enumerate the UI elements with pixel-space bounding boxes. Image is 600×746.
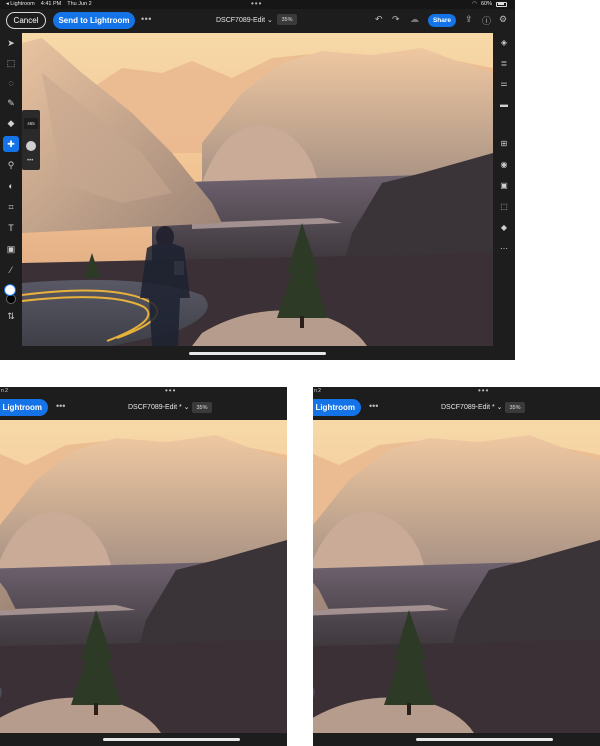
swap-icon[interactable]: ⇅ bbox=[3, 308, 19, 324]
fill-icon[interactable]: ◐ bbox=[3, 178, 19, 194]
crop-icon[interactable]: ⌗ bbox=[3, 199, 19, 215]
status-bar: ◂ Lightroom 4:41 PM Thu Jun 2 ••• ◠ 60% bbox=[0, 0, 515, 9]
type-icon[interactable]: T bbox=[3, 220, 19, 236]
photoshop-ipad-window: ◂ Lightroom 4:41 PM Thu Jun 2 ••• ◠ 60% … bbox=[0, 0, 515, 360]
thumb-multitask-dots-icon: ••• bbox=[165, 387, 177, 395]
thumb-zoom-level[interactable]: 35% bbox=[505, 402, 525, 413]
thumb-landscape-photo bbox=[0, 420, 287, 733]
status-date: Thu Jun 2 bbox=[67, 1, 92, 7]
foreground-color-swatch[interactable] bbox=[4, 284, 16, 296]
select-icon[interactable]: ➤ bbox=[3, 35, 19, 51]
eraser-icon[interactable]: ◆ bbox=[3, 115, 19, 131]
home-indicator bbox=[189, 352, 326, 355]
document-title[interactable]: DSCF7089-Edit ⌄ bbox=[216, 16, 273, 24]
redo-icon[interactable]: ↷ bbox=[392, 14, 400, 25]
add-layer-icon[interactable]: ⊞ bbox=[497, 136, 511, 150]
thumb-home-indicator bbox=[416, 738, 553, 741]
right-toolbar: ◈ ≣ ⚌ ▬ ⊞ ◉ ▣ ⬚ ◆ ⋯ bbox=[493, 33, 515, 360]
lasso-icon[interactable]: ◌ bbox=[3, 75, 19, 91]
clone-icon[interactable]: ⚲ bbox=[3, 157, 19, 173]
thumb-landscape-photo bbox=[313, 420, 600, 733]
send-to-lightroom-button[interactable]: Send to Lightroom bbox=[53, 12, 135, 29]
thumb-status-date: n 2 bbox=[1, 388, 8, 394]
thumb-zoom-level[interactable]: 35% bbox=[192, 402, 212, 413]
comment-icon[interactable]: ▬ bbox=[497, 97, 511, 111]
undo-icon[interactable]: ↶ bbox=[375, 14, 383, 25]
left-toolbar: ➤ ⬚ ◌ ✎ ◆ ✚ ⚲ ◐ ⌗ T ▣ ⁄ ⇅ bbox=[0, 33, 22, 360]
more-icon[interactable]: ⋯ bbox=[497, 241, 511, 255]
thumb-status-date: n 2 bbox=[314, 388, 321, 394]
export-icon[interactable]: ⇪ bbox=[465, 14, 473, 25]
before-thumbnail: n 2 ••• to Lightroom ••• DSCF7089-Edit *… bbox=[0, 387, 287, 746]
thumb-document-title[interactable]: DSCF7089-Edit * ⌄ bbox=[441, 403, 503, 411]
transform-icon[interactable]: ⬚ bbox=[3, 55, 19, 71]
cloud-icon[interactable]: ☁ bbox=[410, 14, 419, 25]
thumb-more-options-icon[interactable]: ••• bbox=[369, 401, 378, 411]
thumb-more-options-icon[interactable]: ••• bbox=[56, 401, 65, 411]
layer-stack-icon[interactable]: ≣ bbox=[497, 56, 511, 70]
battery-percent: 60% bbox=[480, 1, 492, 7]
place-image-icon[interactable]: ▣ bbox=[3, 241, 19, 257]
zoom-level[interactable]: 35% bbox=[277, 14, 297, 25]
brush-more-icon[interactable]: ••• bbox=[27, 158, 33, 164]
thumb-send-to-lightroom-button[interactable]: to Lightroom bbox=[0, 399, 48, 416]
image-canvas[interactable] bbox=[22, 33, 493, 346]
erase-layer-icon[interactable]: ◆ bbox=[497, 220, 511, 234]
status-time: 4:41 PM bbox=[40, 1, 62, 7]
help-icon[interactable]: ⓘ bbox=[482, 14, 491, 27]
thumb-send-to-lightroom-button[interactable]: to Lightroom bbox=[313, 399, 361, 416]
after-thumbnail: n 2 ••• to Lightroom ••• DSCF7089-Edit *… bbox=[313, 387, 600, 746]
multitask-dots-icon[interactable]: ••• bbox=[251, 0, 262, 8]
healing-icon[interactable]: ✚ bbox=[3, 136, 19, 152]
battery-icon bbox=[496, 1, 507, 7]
adjustments-icon[interactable]: ⚌ bbox=[497, 76, 511, 90]
layers-icon[interactable]: ◈ bbox=[497, 35, 511, 49]
landscape-photo bbox=[22, 33, 493, 346]
brush-icon[interactable]: ✎ bbox=[3, 95, 19, 111]
eyedropper-icon[interactable]: ⁄ bbox=[3, 262, 19, 278]
thumb-home-indicator bbox=[103, 738, 240, 741]
thumb-image-canvas bbox=[313, 420, 600, 733]
thumb-document-title[interactable]: DSCF7089-Edit * ⌄ bbox=[128, 403, 190, 411]
brush-size-field[interactable]: 465 bbox=[24, 118, 38, 129]
visibility-icon[interactable]: ◉ bbox=[497, 157, 511, 171]
share-button[interactable]: Share bbox=[428, 14, 456, 27]
mask-icon[interactable]: ▣ bbox=[497, 178, 511, 192]
wifi-icon: ◠ bbox=[472, 1, 477, 7]
thumb-image-canvas bbox=[0, 420, 287, 733]
brush-options-panel: 465 ••• bbox=[22, 110, 40, 170]
settings-icon[interactable]: ⚙ bbox=[499, 14, 507, 25]
cancel-button[interactable]: Cancel bbox=[6, 12, 46, 29]
selection-icon[interactable]: ⬚ bbox=[497, 199, 511, 213]
top-toolbar: Cancel Send to Lightroom ••• DSCF7089-Ed… bbox=[0, 9, 515, 33]
thumb-multitask-dots-icon: ••• bbox=[478, 387, 490, 395]
back-to-app-link[interactable]: ◂ Lightroom bbox=[6, 1, 35, 7]
more-options-icon[interactable]: ••• bbox=[141, 14, 152, 24]
brush-preview-icon[interactable] bbox=[26, 141, 36, 151]
